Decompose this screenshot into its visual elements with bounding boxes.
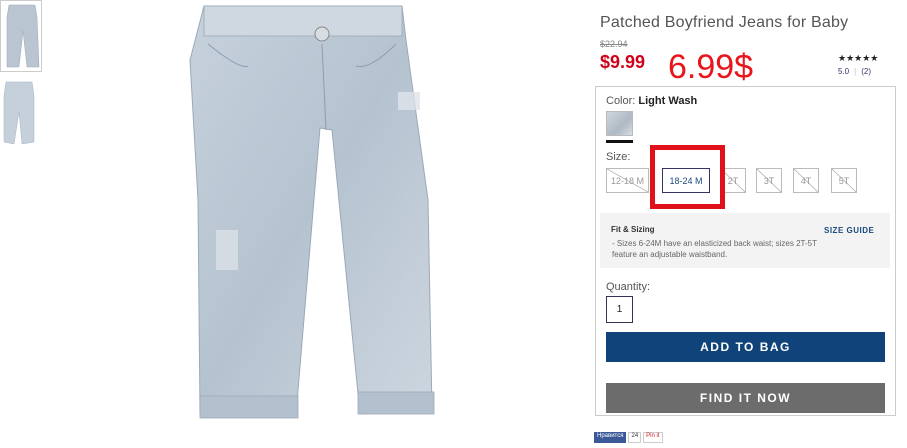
size-label: Size:: [606, 151, 631, 163]
swatch-selected-indicator: [606, 140, 633, 143]
rating-value: 5.0: [838, 67, 850, 76]
product-image: [170, 0, 470, 443]
review-count[interactable]: (2): [861, 67, 871, 76]
find-it-now-button[interactable]: FIND IT NOW: [606, 383, 885, 413]
like-count: 24: [628, 432, 642, 443]
add-to-bag-button[interactable]: ADD TO BAG: [606, 332, 885, 362]
thumbnail-back[interactable]: [0, 78, 42, 150]
color-label-text: Color:: [606, 95, 636, 107]
rating-stars: ★★★★★: [838, 53, 879, 63]
fit-sizing-text: - Sizes 6-24M have an elasticized back w…: [612, 239, 817, 259]
product-title: Patched Boyfriend Jeans for Baby: [600, 14, 849, 31]
social-share-bar: Нравится 24 Pin it: [594, 432, 663, 443]
pinterest-button[interactable]: Pin it: [643, 432, 663, 443]
size-option-5t[interactable]: 5T: [831, 168, 857, 193]
size-option-4t[interactable]: 4T: [793, 168, 819, 193]
facebook-like-button[interactable]: Нравится: [594, 432, 627, 443]
size-option-3t[interactable]: 3T: [756, 168, 782, 193]
thumbnail-front[interactable]: [0, 0, 42, 72]
fit-sizing-title: Fit & Sizing: [611, 225, 655, 234]
original-price: $22.94: [600, 39, 628, 49]
price-annotation: 6.99$: [668, 48, 754, 86]
rating-summary[interactable]: 5.0 | (2): [838, 67, 871, 76]
size-option-12-18m[interactable]: 12-18 M: [606, 168, 649, 193]
annotation-highlight-box: [650, 145, 725, 209]
sale-price: $9.99: [600, 52, 646, 72]
color-label: Color: Light Wash: [606, 95, 697, 107]
quantity-input[interactable]: 1: [606, 296, 633, 323]
size-guide-link[interactable]: SIZE GUIDE: [824, 226, 874, 235]
quantity-label: Quantity:: [606, 281, 651, 293]
color-swatch-light-wash[interactable]: [606, 111, 633, 136]
color-value: Light Wash: [638, 95, 698, 107]
